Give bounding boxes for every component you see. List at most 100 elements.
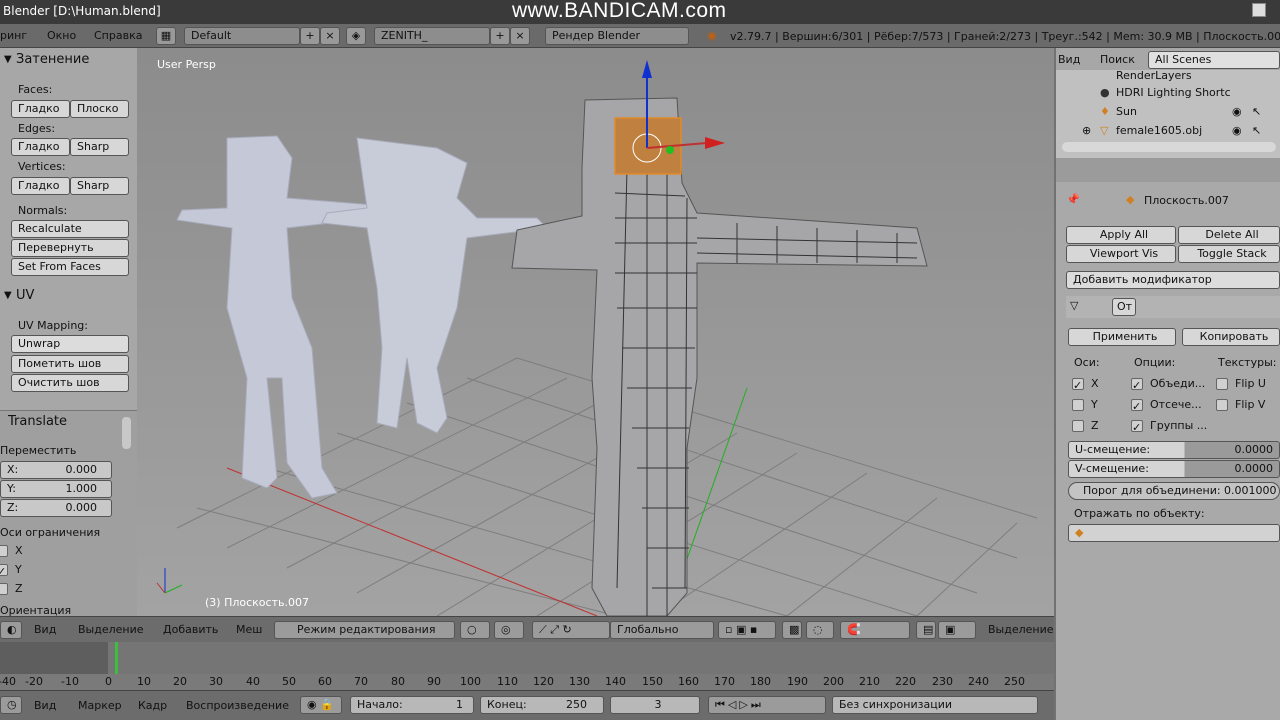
select-right-menu[interactable]: Выделение (988, 621, 1054, 639)
start-frame-field[interactable]: Начало: 1 (350, 696, 474, 714)
edges-sharp-button[interactable]: Sharp (70, 138, 129, 156)
outliner-item-female[interactable]: ⊕ ▽ female1605.obj ◉ ↖ (1056, 121, 1280, 140)
toggle-stack-button[interactable]: Toggle Stack (1178, 245, 1280, 263)
recalculate-button[interactable]: Recalculate (11, 220, 129, 238)
menu-help[interactable]: Справка (94, 28, 142, 45)
menu-window[interactable]: Окно (47, 28, 76, 45)
layout-icon[interactable]: ▦ (156, 27, 176, 45)
pivot-selector[interactable]: ◎ (494, 621, 524, 639)
operator-scrollbar[interactable] (122, 417, 131, 449)
timeline[interactable]: -40 -20 -10 0 10 20 30 40 50 60 70 80 90… (0, 642, 1054, 690)
add-scene-icon[interactable]: + (490, 27, 510, 45)
translate-z-field[interactable]: Z: 0.000 (0, 499, 112, 517)
record-icons[interactable]: ◉ 🔒 (300, 696, 342, 714)
render-icon[interactable]: ▤ (916, 621, 936, 639)
frame-menu[interactable]: Кадр (138, 697, 167, 715)
flip-normals-button[interactable]: Перевернуть (11, 239, 129, 257)
orientation-selector[interactable]: Глобально (610, 621, 714, 639)
visibility-eye-icon[interactable]: ◉ (1232, 102, 1242, 121)
merge-limit-field[interactable]: Порог для объединени: 0.001000 (1068, 482, 1280, 500)
vertex-groups-checkbox[interactable]: ✓ (1131, 420, 1143, 434)
add-layout-icon[interactable]: + (300, 27, 320, 45)
timeline-editor-icon[interactable]: ◷ (0, 696, 22, 714)
mirror-z-checkbox[interactable] (1072, 420, 1084, 432)
mesh-menu[interactable]: Меш (236, 621, 262, 639)
3d-viewport[interactable]: User Persp (3) Плоскость.007 (137, 48, 1054, 616)
add-menu[interactable]: Добавить (163, 621, 218, 639)
sync-mode-selector[interactable]: Без синхронизации (832, 696, 1038, 714)
unwrap-dropdown[interactable]: Unwrap (11, 335, 129, 353)
editor-type-icon[interactable]: ◐ (0, 621, 22, 639)
u-offset-field[interactable]: U-смещение: 0.0000 (1068, 441, 1280, 459)
constraint-z-checkbox[interactable] (0, 583, 8, 595)
expand-icon[interactable]: ⊕ (1082, 121, 1091, 140)
current-frame-marker[interactable] (115, 642, 118, 674)
close-layout-icon[interactable]: × (320, 27, 340, 45)
constraint-x-checkbox[interactable] (0, 545, 8, 557)
render-engine-selector[interactable]: Рендер Blender (545, 27, 689, 45)
collapse-icon[interactable]: ▽ (1070, 299, 1078, 312)
menu-render[interactable]: ринг (0, 28, 27, 45)
v-offset-field[interactable]: V-смещение: 0.0000 (1068, 460, 1280, 478)
vertices-sharp-button[interactable]: Sharp (70, 177, 129, 195)
select-cursor-icon[interactable]: ↖ (1252, 102, 1261, 121)
pin-icon[interactable]: 📌 (1066, 193, 1080, 206)
mirror-y-checkbox[interactable] (1072, 399, 1084, 411)
outliner-search-menu[interactable]: Поиск (1100, 53, 1135, 66)
window-control[interactable] (1252, 3, 1266, 17)
outliner-item-hdri[interactable]: ● HDRI Lighting Shortc (1056, 83, 1280, 102)
end-frame-field[interactable]: Конец: 250 (480, 696, 604, 714)
proportional-edit-icon[interactable]: ◌ (806, 621, 834, 639)
playback-controls[interactable]: ⏮◁▷⏭ (708, 696, 826, 714)
snap-icons[interactable]: 🧲 (840, 621, 910, 639)
clipping-checkbox[interactable]: ✓ (1131, 399, 1143, 413)
opengl-render-icons[interactable]: ▣ (938, 621, 976, 639)
faces-flat-button[interactable]: Плоско (70, 100, 129, 118)
select-cursor-icon[interactable]: ↖ (1252, 121, 1261, 140)
flip-u-checkbox[interactable] (1216, 378, 1228, 390)
scene-selector[interactable]: ZENITH_ (374, 27, 490, 45)
current-frame-field[interactable]: 3 (610, 696, 700, 714)
close-scene-icon[interactable]: × (510, 27, 530, 45)
apply-all-button[interactable]: Apply All (1066, 226, 1176, 244)
viewport-vis-button[interactable]: Viewport Vis (1066, 245, 1176, 263)
delete-all-button[interactable]: Delete All (1178, 226, 1280, 244)
set-from-faces-button[interactable]: Set From Faces (11, 258, 129, 276)
mirror-x-checkbox[interactable]: ✓ (1072, 378, 1084, 392)
add-modifier-dropdown[interactable]: Добавить модификатор (1066, 271, 1280, 289)
constraint-y-checkbox[interactable]: ✓ (0, 564, 8, 578)
flip-v-checkbox[interactable] (1216, 399, 1228, 411)
merge-checkbox[interactable]: ✓ (1131, 378, 1143, 392)
modifier-name-field[interactable]: От (1112, 298, 1136, 316)
outliner-item-sun[interactable]: ♦ Sun ◉ ↖ (1056, 102, 1280, 121)
timeline-view-menu[interactable]: Вид (34, 697, 56, 715)
mode-selector[interactable]: Режим редактирования (274, 621, 455, 639)
visibility-eye-icon[interactable]: ◉ (1232, 121, 1242, 140)
layout-selector[interactable]: Default (184, 27, 300, 45)
shading-selector[interactable]: ○ (460, 621, 490, 639)
playback-menu[interactable]: Воспроизведение (186, 697, 289, 715)
uv-panel-header[interactable]: ▼ UV (0, 286, 137, 306)
outliner-view-menu[interactable]: Вид (1058, 53, 1080, 66)
mirror-object-field[interactable]: ◆ (1068, 524, 1280, 542)
select-menu[interactable]: Выделение (78, 621, 144, 639)
occlude-icon[interactable]: ▩ (782, 621, 802, 639)
gizmo-y-handle[interactable] (666, 146, 674, 154)
manipulator-icons[interactable]: ⟋ ⤢ ↻ (532, 621, 610, 639)
properties-tabs[interactable] (1056, 158, 1280, 182)
select-mode-icons[interactable]: ▫ ▣ ▪ (718, 621, 776, 639)
shading-panel-header[interactable]: ▼ Затенение (0, 50, 137, 70)
outliner-scrollbar[interactable] (1062, 142, 1276, 152)
mark-seam-button[interactable]: Пометить шов (11, 355, 129, 373)
scene-icon[interactable]: ◈ (346, 27, 366, 45)
apply-modifier-button[interactable]: Применить (1068, 328, 1176, 346)
clear-seam-button[interactable]: Очистить шов (11, 374, 129, 392)
translate-y-field[interactable]: Y: 1.000 (0, 480, 112, 498)
edges-smooth-button[interactable]: Гладко (11, 138, 70, 156)
translate-x-field[interactable]: X: 0.000 (0, 461, 112, 479)
vertices-smooth-button[interactable]: Гладко (11, 177, 70, 195)
marker-menu[interactable]: Маркер (78, 697, 122, 715)
view-menu[interactable]: Вид (34, 621, 56, 639)
faces-smooth-button[interactable]: Гладко (11, 100, 70, 118)
copy-modifier-button[interactable]: Копировать (1182, 328, 1280, 346)
